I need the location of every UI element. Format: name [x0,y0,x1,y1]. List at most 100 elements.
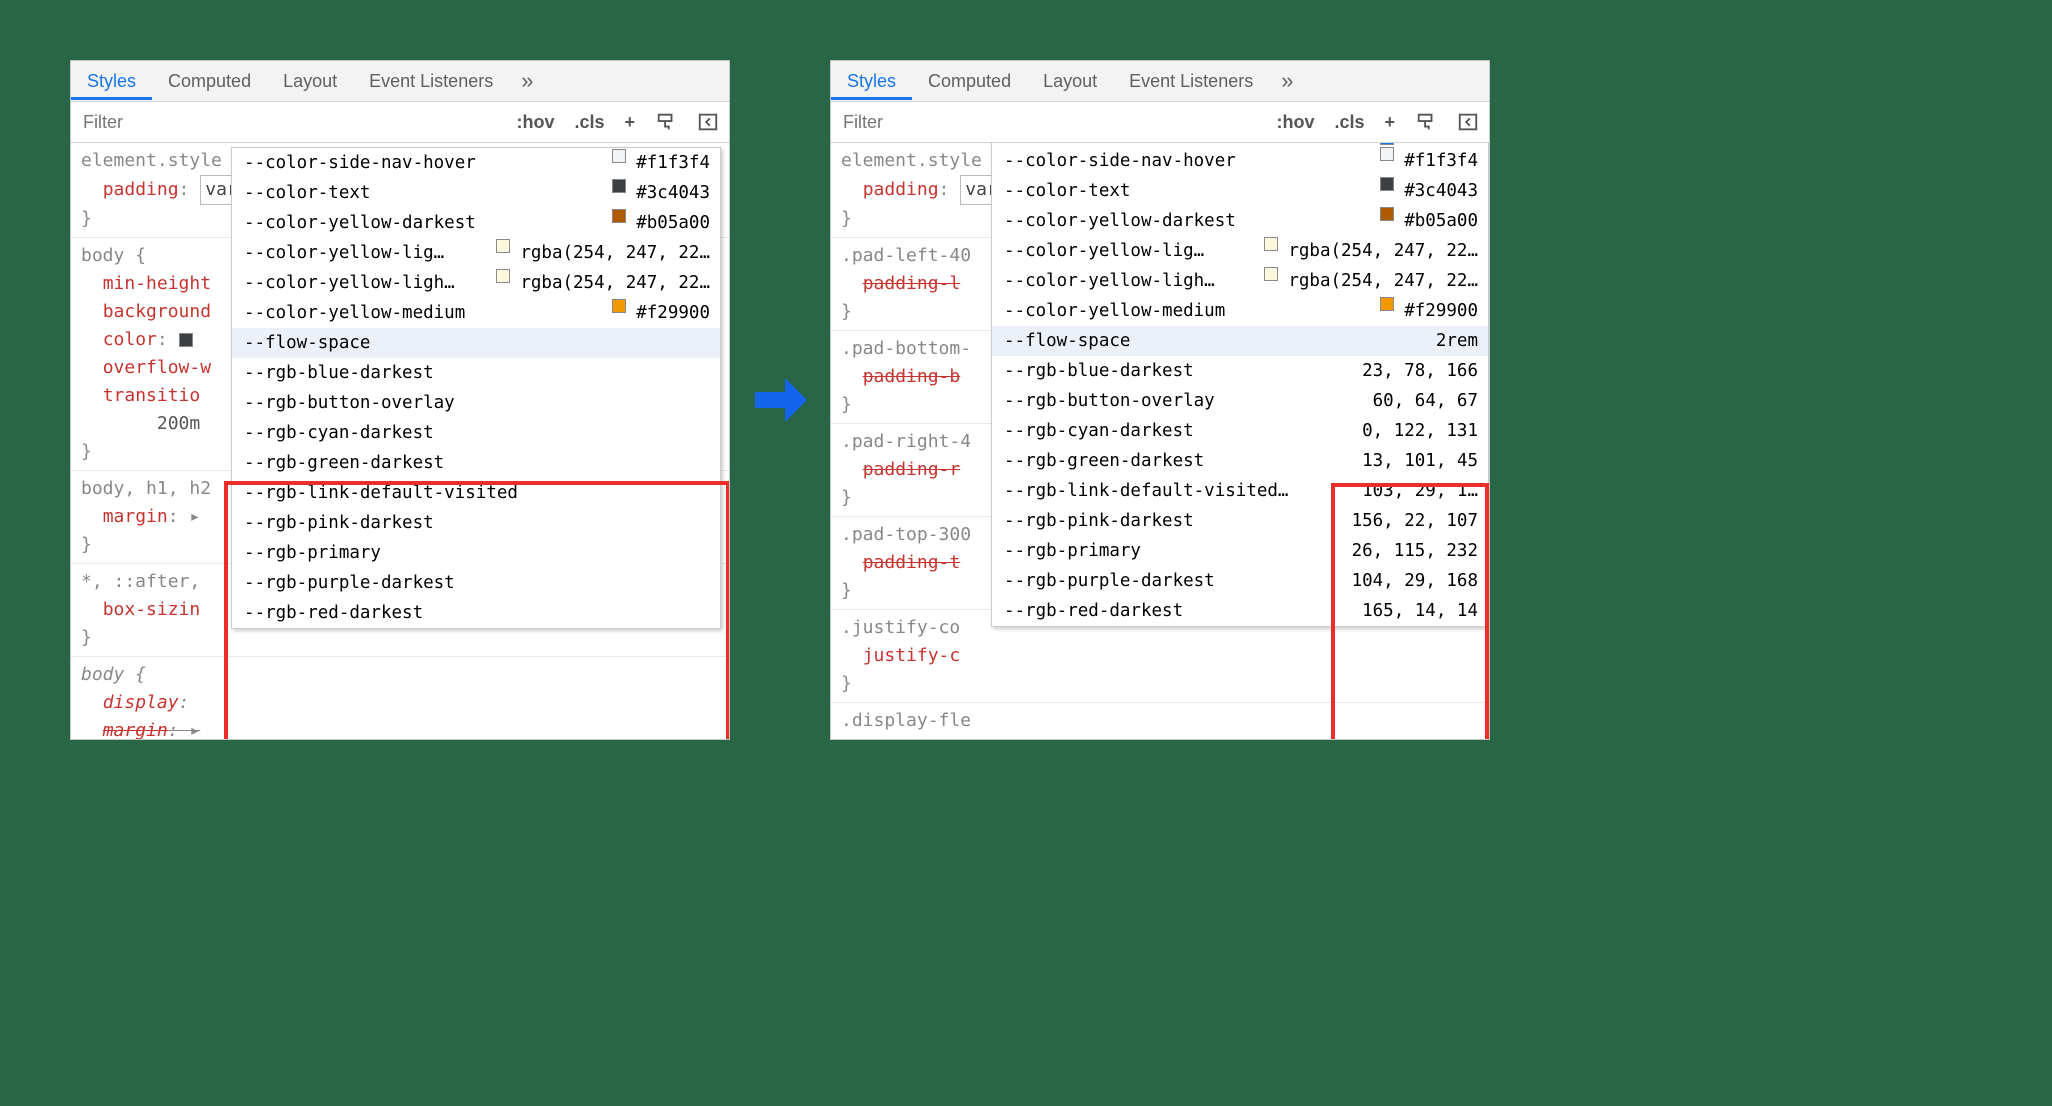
prop[interactable]: padding-l [863,273,961,294]
add-rule-button[interactable]: + [1374,106,1405,139]
tab-layout[interactable]: Layout [267,63,353,100]
brace-close: } [841,394,852,415]
prop[interactable]: box-sizin [103,599,201,620]
suggestion-name: --rgb-cyan-darkest [1004,417,1354,445]
suggestion-item[interactable]: --rgb-button-overlay [232,388,720,418]
suggestion-item[interactable]: --rgb-link-default-visited…103, 29, 1… [992,476,1488,506]
suggestion-item[interactable]: --color-yellow-darkest#b05a00 [992,206,1488,236]
suggestion-item[interactable]: --rgb-cyan-darkest [232,418,720,448]
suggestion-item[interactable]: --color-text#3c4043 [232,178,720,208]
suggestion-item[interactable]: --color-yellow-lig…rgba(254, 247, 22… [232,238,720,268]
color-swatch [1264,267,1278,281]
panel-toggle-icon[interactable] [687,105,729,139]
suggestion-value: 104, 29, 168 [1344,567,1478,595]
suggestion-item[interactable]: --rgb-red-darkest165, 14, 14 [992,596,1488,626]
prop[interactable]: transitio [103,385,201,406]
suggestion-item[interactable]: --color-text#3c4043 [992,176,1488,206]
selector: .justify-co [841,617,960,638]
tabs-more-icon[interactable]: » [1269,68,1305,94]
add-rule-button[interactable]: + [614,106,645,139]
suggestion-item[interactable]: --color-yellow-lig…rgba(254, 247, 22… [992,236,1488,266]
suggestion-item[interactable]: --color-yellow-ligh…rgba(254, 247, 22… [992,266,1488,296]
color-swatch [1380,297,1394,311]
prop-padding[interactable]: padding [103,179,179,200]
suggestion-item[interactable]: --flow-space2rem [992,326,1488,356]
prop[interactable]: margin [103,720,168,739]
cls-button[interactable]: .cls [1324,106,1374,139]
prop[interactable]: background [103,301,211,322]
selector: body { [81,664,146,685]
suggestion-item[interactable]: --rgb-primary [232,538,720,568]
brace-close: } [841,673,852,694]
tab-styles[interactable]: Styles [71,63,152,100]
prop[interactable]: margin [103,506,168,527]
tab-styles[interactable]: Styles [831,63,912,100]
brace-close: } [841,301,852,322]
suggestion-item[interactable]: --color-yellow-medium#f29900 [992,296,1488,326]
autocomplete-popup[interactable]: --color-side-nav-hover#f1f3f4--color-tex… [231,147,721,629]
tab-event-listeners[interactable]: Event Listeners [353,63,509,100]
tab-layout[interactable]: Layout [1027,63,1113,100]
suggestion-item[interactable]: --flow-space [232,328,720,358]
prop[interactable]: padding-r [863,459,961,480]
paint-icon[interactable] [1405,105,1447,139]
prop[interactable]: padding-t [863,552,961,573]
prop[interactable]: justify-c [863,645,961,666]
suggestion-item[interactable]: --rgb-pink-darkest156, 22, 107 [992,506,1488,536]
color-swatch [612,299,626,313]
color-swatch [1380,147,1394,161]
paint-icon[interactable] [645,105,687,139]
suggestion-item[interactable]: --rgb-purple-darkest [232,568,720,598]
color-swatch [496,269,510,283]
suggestion-name: --flow-space [244,329,710,357]
suggestion-item[interactable]: --color-side-nav-hover#f1f3f4 [232,148,720,178]
filter-input[interactable] [831,106,1266,139]
suggestion-item[interactable]: --rgb-blue-darkest [232,358,720,388]
tab-event-listeners[interactable]: Event Listeners [1113,63,1269,100]
suggestion-value: 60, 64, 67 [1365,387,1478,415]
rule-display-flex: .display-fle [831,703,1489,739]
tabs-more-icon[interactable]: » [509,68,545,94]
suggestion-item[interactable]: --rgb-green-darkest13, 101, 45 [992,446,1488,476]
hov-button[interactable]: :hov [506,106,564,139]
suggestion-item[interactable]: --rgb-link-default-visited [232,478,720,508]
suggestion-item[interactable]: --rgb-primary26, 115, 232 [992,536,1488,566]
prop[interactable]: color [103,329,157,350]
suggestion-item[interactable]: --color-side-nav-hover#f1f3f4 [992,146,1488,176]
panel-toggle-icon[interactable] [1447,105,1489,139]
suggestion-item[interactable]: --color-yellow-ligh…rgba(254, 247, 22… [232,268,720,298]
selector: .pad-top-300 [841,524,971,545]
suggestion-item[interactable]: --color-yellow-darkest#b05a00 [232,208,720,238]
color-swatch [496,239,510,253]
prop[interactable]: padding-b [863,366,961,387]
prop-padding[interactable]: padding [863,179,939,200]
suggestion-value: #3c4043 [628,179,710,207]
prop[interactable]: display [103,692,179,713]
styles-toolbar: :hov .cls + [831,102,1489,143]
suggestion-item[interactable]: --rgb-red-darkest [232,598,720,628]
selector: element.style { [841,150,1004,171]
suggestion-item[interactable]: --rgb-purple-darkest104, 29, 168 [992,566,1488,596]
selector: .display-fle [841,710,971,731]
tab-computed[interactable]: Computed [152,63,267,100]
suggestion-name: --rgb-link-default-visited [244,479,710,507]
suggestion-item[interactable]: --rgb-pink-darkest [232,508,720,538]
suggestion-name: --rgb-blue-darkest [244,359,710,387]
suggestion-item[interactable]: --color-yellow-medium#f29900 [232,298,720,328]
suggestion-value: rgba(254, 247, 22… [512,239,710,267]
prop[interactable]: overflow-w [103,357,211,378]
autocomplete-popup[interactable]: #1a73e8--color-side-nav-hover#f1f3f4--co… [991,143,1489,627]
filter-input[interactable] [71,106,506,139]
suggestion-item[interactable]: --rgb-cyan-darkest0, 122, 131 [992,416,1488,446]
cls-button[interactable]: .cls [564,106,614,139]
color-swatch[interactable] [179,333,193,347]
suggestion-value: #b05a00 [628,209,710,237]
suggestion-name: --rgb-purple-darkest [1004,567,1344,595]
color-swatch [1264,237,1278,251]
suggestion-item[interactable]: --rgb-blue-darkest23, 78, 166 [992,356,1488,386]
suggestion-item[interactable]: --rgb-button-overlay60, 64, 67 [992,386,1488,416]
suggestion-item[interactable]: --rgb-green-darkest [232,448,720,478]
prop[interactable]: min-height [103,273,211,294]
tab-computed[interactable]: Computed [912,63,1027,100]
hov-button[interactable]: :hov [1266,106,1324,139]
